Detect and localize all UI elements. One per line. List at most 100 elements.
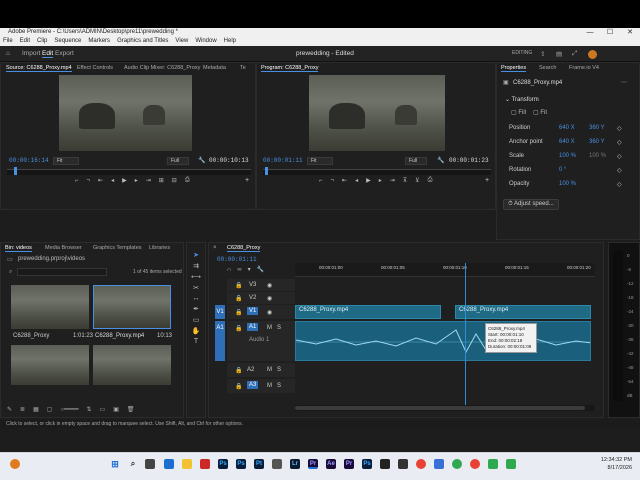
menu-file[interactable]: File bbox=[3, 37, 13, 46]
prop-value[interactable]: 360 Y bbox=[589, 125, 605, 131]
bin-thumbnail[interactable] bbox=[11, 285, 89, 329]
wrench-icon[interactable]: 🔧 bbox=[198, 157, 205, 164]
program-timecode[interactable]: 00:00:01:11 bbox=[263, 157, 303, 164]
settings-icon[interactable]: 🔧 bbox=[257, 266, 264, 273]
menu-graphics[interactable]: Graphics and Titles bbox=[117, 37, 168, 46]
prop-value[interactable]: 640 X bbox=[559, 125, 575, 131]
source-quality-dropdown[interactable]: Full bbox=[167, 157, 189, 165]
tab-source[interactable]: Source: C6288_Proxy.mp4 bbox=[6, 65, 72, 72]
transform-section[interactable]: ⌄ Transform bbox=[505, 96, 539, 103]
play-icon[interactable]: ▶ bbox=[366, 177, 371, 184]
weather-icon[interactable] bbox=[10, 459, 20, 469]
source-patch-a1[interactable]: A1 bbox=[215, 321, 225, 361]
keyframe-icon[interactable]: ◇ bbox=[617, 139, 622, 146]
solo-icon[interactable]: S bbox=[277, 325, 281, 331]
fullscreen-icon[interactable]: ⤢ bbox=[572, 50, 577, 58]
mute-icon[interactable]: M bbox=[267, 383, 272, 389]
program-time-ruler[interactable] bbox=[263, 169, 491, 175]
bin-thumbnail[interactable] bbox=[11, 345, 89, 385]
source-time-ruler[interactable] bbox=[7, 169, 251, 175]
timeline-ruler[interactable]: 00:00:01:00 00:00:01:05 00:00:01:10 00:0… bbox=[295, 263, 595, 277]
prop-value[interactable]: 100 % bbox=[559, 153, 576, 159]
start-icon[interactable]: ⊞ bbox=[110, 459, 120, 469]
mark-in-icon[interactable]: ⌐ bbox=[319, 178, 323, 184]
lock-icon[interactable]: 🔒 bbox=[235, 325, 242, 332]
program-playhead[interactable] bbox=[265, 167, 268, 175]
program-quality-dropdown[interactable]: Full bbox=[405, 157, 427, 165]
overwrite-icon[interactable]: ⊟ bbox=[172, 177, 177, 184]
premiere-icon[interactable]: Pr bbox=[308, 459, 318, 469]
premiere-icon-2[interactable]: Pr bbox=[344, 459, 354, 469]
share-icon[interactable]: ⇧ bbox=[540, 50, 545, 58]
video-clip-2[interactable]: C6288_Proxy.mp4 bbox=[455, 305, 591, 319]
source-playhead[interactable] bbox=[14, 167, 17, 175]
video-clip-1[interactable]: C6288_Proxy.mp4 bbox=[295, 305, 441, 319]
adjust-speed-button[interactable]: ⏱ Adjust speed... bbox=[503, 199, 559, 210]
after-effects-icon[interactable]: Ae bbox=[326, 459, 336, 469]
step-forward-icon[interactable]: ▸ bbox=[379, 177, 382, 184]
export-frame-icon[interactable]: ⎙ bbox=[185, 177, 190, 184]
keyframe-icon[interactable]: ◇ bbox=[617, 167, 622, 174]
minimize-icon[interactable]: — bbox=[580, 28, 600, 37]
play-icon[interactable]: ▶ bbox=[122, 177, 127, 184]
timeline-scrollbar[interactable] bbox=[295, 405, 595, 411]
mark-in-icon[interactable]: ⌐ bbox=[75, 178, 79, 184]
avatar[interactable] bbox=[588, 50, 597, 59]
insert-icon[interactable]: ⊞ bbox=[159, 177, 164, 184]
search-input[interactable] bbox=[17, 268, 107, 276]
eye-icon[interactable]: ◉ bbox=[267, 309, 272, 316]
menu-help[interactable]: Help bbox=[224, 37, 236, 46]
source-patch-v1[interactable]: V1 bbox=[215, 305, 225, 319]
track-label[interactable]: V2 bbox=[249, 295, 256, 301]
razor-tool-icon[interactable]: ✂ bbox=[193, 284, 199, 292]
mark-out-icon[interactable]: ¬ bbox=[87, 178, 91, 184]
icon-view-icon[interactable]: ▦ bbox=[33, 406, 39, 413]
tab-sequence[interactable]: C6288_Proxy bbox=[227, 245, 261, 252]
new-bin-icon[interactable]: ▭ bbox=[100, 406, 106, 413]
track-label[interactable]: A1 bbox=[247, 323, 259, 331]
app-icon[interactable] bbox=[380, 459, 390, 469]
search-icon[interactable]: ⌕ bbox=[128, 459, 138, 469]
tab-bin-videos[interactable]: Bin: videos bbox=[5, 245, 32, 252]
photoshop-icon-3[interactable]: Pt bbox=[254, 459, 264, 469]
wrench-icon[interactable]: 🔧 bbox=[437, 157, 444, 164]
app-icon[interactable] bbox=[506, 459, 516, 469]
edge-icon[interactable] bbox=[164, 459, 174, 469]
zoom-slider-icon[interactable]: ○━━━━ bbox=[60, 406, 78, 413]
tab-effect-controls[interactable]: Effect Controls bbox=[77, 65, 113, 71]
ripple-edit-icon[interactable]: ⟷ bbox=[191, 273, 201, 281]
tab-frameio[interactable]: Frame.io V4 bbox=[569, 65, 599, 71]
app-icon[interactable] bbox=[200, 459, 210, 469]
solo-icon[interactable]: S bbox=[277, 367, 281, 373]
snap-icon[interactable]: ∩ bbox=[227, 267, 231, 273]
menu-markers[interactable]: Markers bbox=[88, 37, 110, 46]
step-back-icon[interactable]: ◂ bbox=[355, 177, 358, 184]
menu-edit[interactable]: Edit bbox=[20, 37, 30, 46]
sort-icon[interactable]: ⇅ bbox=[86, 406, 91, 413]
bin-item-name[interactable]: C6288_Proxy bbox=[13, 333, 49, 339]
menu-window[interactable]: Window bbox=[195, 37, 216, 46]
trash-icon[interactable]: 🗑 bbox=[127, 406, 135, 413]
tab-search[interactable]: Search bbox=[539, 65, 556, 71]
app-icon[interactable] bbox=[272, 459, 282, 469]
file-explorer-icon[interactable] bbox=[182, 459, 192, 469]
tab-graphics-templates[interactable]: Graphics Templates bbox=[93, 245, 142, 251]
lock-icon[interactable]: 🔒 bbox=[235, 282, 242, 289]
slip-tool-icon[interactable]: ↔ bbox=[193, 295, 200, 302]
lock-icon[interactable]: 🔒 bbox=[235, 309, 242, 316]
fit-option[interactable]: ▢ Fit bbox=[533, 109, 547, 116]
mark-out-icon[interactable]: ¬ bbox=[331, 178, 335, 184]
track-label[interactable]: V3 bbox=[249, 282, 256, 288]
tab-import[interactable]: Import bbox=[22, 50, 40, 57]
track-select-icon[interactable]: ⇉ bbox=[193, 262, 199, 270]
maximize-icon[interactable]: ☐ bbox=[600, 28, 620, 37]
hand-tool-icon[interactable]: ✋ bbox=[192, 327, 201, 335]
mute-icon[interactable]: M bbox=[267, 325, 272, 331]
lightroom-icon[interactable]: Lr bbox=[290, 459, 300, 469]
more-icon[interactable]: ⋯ bbox=[621, 79, 627, 86]
step-forward-icon[interactable]: ▸ bbox=[135, 177, 138, 184]
go-to-out-icon[interactable]: ⇥ bbox=[390, 177, 395, 184]
eye-icon[interactable]: ◉ bbox=[267, 295, 272, 302]
photoshop-icon-2[interactable]: Ps bbox=[236, 459, 246, 469]
task-view-icon[interactable] bbox=[145, 459, 155, 469]
